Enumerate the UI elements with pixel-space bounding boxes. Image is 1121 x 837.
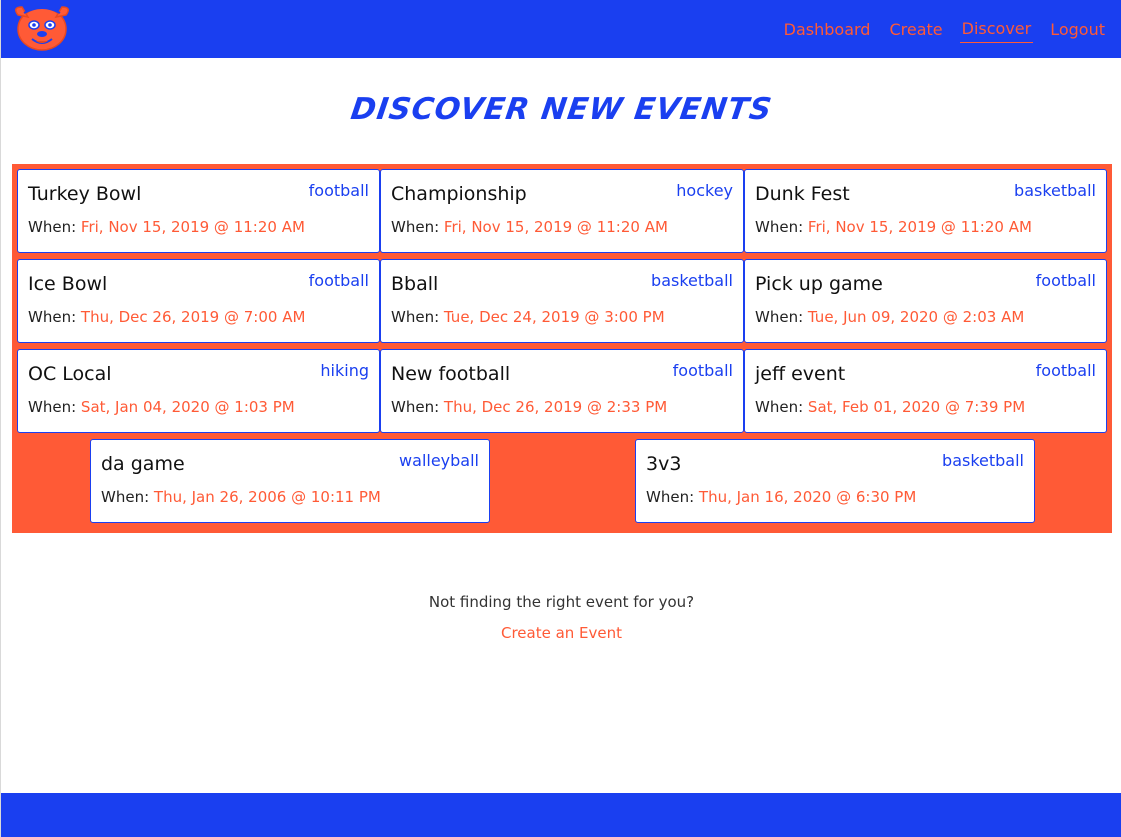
event-category[interactable]: basketball	[651, 271, 733, 290]
event-card[interactable]: Dunk Fest basketball When: Fri, Nov 15, …	[744, 169, 1107, 253]
event-when: When: Sat, Jan 04, 2020 @ 1:03 PM	[28, 398, 295, 416]
nav-links: Dashboard Create Discover Logout	[782, 0, 1107, 58]
event-card[interactable]: Pick up game football When: Tue, Jun 09,…	[744, 259, 1107, 343]
event-when: When: Thu, Jan 26, 2006 @ 10:11 PM	[101, 488, 381, 506]
event-category[interactable]: football	[673, 361, 733, 380]
when-label: When:	[28, 308, 77, 326]
event-when: When: Fri, Nov 15, 2019 @ 11:20 AM	[391, 218, 668, 236]
event-category[interactable]: football	[1036, 361, 1096, 380]
event-title: OC Local	[28, 363, 112, 385]
event-category[interactable]: football	[1036, 271, 1096, 290]
when-label: When:	[646, 488, 695, 506]
event-date: Sat, Feb 01, 2020 @ 7:39 PM	[807, 398, 1026, 416]
when-label: When:	[101, 488, 150, 506]
footer-bar	[1, 793, 1121, 837]
event-card[interactable]: 3v3 basketball When: Thu, Jan 16, 2020 @…	[635, 439, 1035, 523]
event-date: Thu, Dec 26, 2019 @ 2:33 PM	[443, 398, 668, 416]
event-date: Tue, Jun 09, 2020 @ 2:03 AM	[807, 308, 1025, 326]
event-card[interactable]: Ice Bowl football When: Thu, Dec 26, 201…	[17, 259, 380, 343]
event-category[interactable]: basketball	[1014, 181, 1096, 200]
event-title: da game	[101, 453, 185, 475]
page-title: Discover New Events	[348, 92, 775, 127]
event-category[interactable]: basketball	[942, 451, 1024, 470]
event-title: Pick up game	[755, 273, 883, 295]
when-label: When:	[28, 398, 77, 416]
event-category[interactable]: walleyball	[399, 451, 479, 470]
when-label: When:	[28, 218, 77, 236]
event-title: Ice Bowl	[28, 273, 108, 295]
not-finding-prompt: Not finding the right event for you?	[428, 593, 695, 611]
event-date: Thu, Jan 26, 2006 @ 10:11 PM	[153, 488, 381, 506]
event-date: Fri, Nov 15, 2019 @ 11:20 AM	[443, 218, 668, 236]
event-title: Dunk Fest	[755, 183, 850, 205]
event-date: Thu, Dec 26, 2019 @ 7:00 AM	[80, 308, 306, 326]
event-when: When: Tue, Dec 24, 2019 @ 3:00 PM	[391, 308, 665, 326]
event-card[interactable]: New football football When: Thu, Dec 26,…	[380, 349, 744, 433]
event-title: 3v3	[646, 453, 682, 475]
nav-link-discover[interactable]: Discover	[959, 15, 1034, 43]
event-when: When: Fri, Nov 15, 2019 @ 11:20 AM	[28, 218, 305, 236]
when-label: When:	[755, 308, 804, 326]
event-date: Tue, Dec 24, 2019 @ 3:00 PM	[443, 308, 665, 326]
when-label: When:	[755, 398, 804, 416]
event-when: When: Tue, Jun 09, 2020 @ 2:03 AM	[755, 308, 1024, 326]
event-date: Fri, Nov 15, 2019 @ 11:20 AM	[807, 218, 1032, 236]
event-title: New football	[391, 363, 511, 385]
event-category[interactable]: football	[309, 181, 369, 200]
when-label: When:	[391, 308, 440, 326]
event-title: Turkey Bowl	[28, 183, 142, 205]
event-when: When: Fri, Nov 15, 2019 @ 11:20 AM	[755, 218, 1032, 236]
event-title: jeff event	[755, 363, 846, 385]
event-date: Thu, Jan 16, 2020 @ 6:30 PM	[698, 488, 917, 506]
navbar: Dashboard Create Discover Logout	[1, 0, 1121, 58]
nav-link-create[interactable]: Create	[887, 16, 944, 43]
event-date: Sat, Jan 04, 2020 @ 1:03 PM	[80, 398, 295, 416]
event-when: When: Thu, Dec 26, 2019 @ 7:00 AM	[28, 308, 305, 326]
event-title: Championship	[391, 183, 527, 205]
events-panel: Turkey Bowl football When: Fri, Nov 15, …	[12, 164, 1112, 533]
event-card[interactable]: Turkey Bowl football When: Fri, Nov 15, …	[17, 169, 380, 253]
event-title: Bball	[391, 273, 439, 295]
event-card[interactable]: Bball basketball When: Tue, Dec 24, 2019…	[380, 259, 744, 343]
event-date: Fri, Nov 15, 2019 @ 11:20 AM	[80, 218, 305, 236]
when-label: When:	[755, 218, 804, 236]
when-label: When:	[391, 398, 440, 416]
event-when: When: Sat, Feb 01, 2020 @ 7:39 PM	[755, 398, 1025, 416]
nav-link-dashboard[interactable]: Dashboard	[782, 16, 873, 43]
event-card[interactable]: OC Local hiking When: Sat, Jan 04, 2020 …	[17, 349, 380, 433]
event-when: When: Thu, Jan 16, 2020 @ 6:30 PM	[646, 488, 916, 506]
event-card[interactable]: da game walleyball When: Thu, Jan 26, 20…	[90, 439, 490, 523]
event-when: When: Thu, Dec 26, 2019 @ 2:33 PM	[391, 398, 667, 416]
dog-face-logo-icon[interactable]	[10, 3, 74, 51]
event-category[interactable]: football	[309, 271, 369, 290]
nav-link-logout[interactable]: Logout	[1048, 16, 1107, 43]
event-card[interactable]: Championship hockey When: Fri, Nov 15, 2…	[380, 169, 744, 253]
create-event-link[interactable]: Create an Event	[1, 624, 1121, 642]
event-category[interactable]: hiking	[320, 361, 369, 380]
when-label: When:	[391, 218, 440, 236]
event-card[interactable]: jeff event football When: Sat, Feb 01, 2…	[744, 349, 1107, 433]
event-category[interactable]: hockey	[676, 181, 733, 200]
